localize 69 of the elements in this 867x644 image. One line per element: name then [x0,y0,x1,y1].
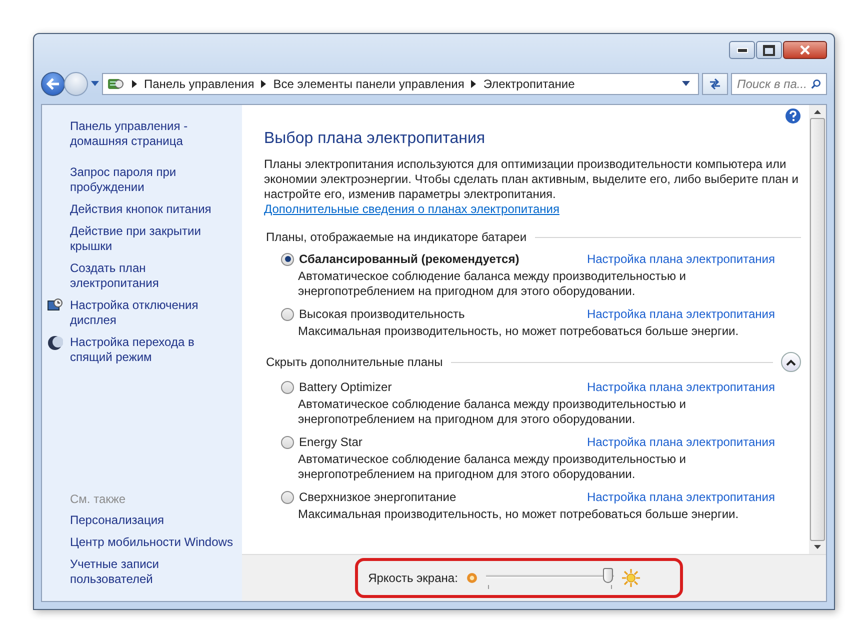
moon-icon [47,335,63,351]
breadcrumb-arrow-icon[interactable] [261,80,266,88]
brightness-slider[interactable] [486,567,614,589]
dropdown-icon[interactable] [91,81,99,86]
back-arrow-icon [46,78,60,90]
brightness-label: Яркость экрана: [368,571,458,585]
scroll-down-icon[interactable] [814,545,821,549]
see-also-link[interactable]: Центр мобильности Windows [70,535,242,550]
plan-name: Energy Star [299,435,364,449]
sidebar-link[interactable]: Создать план электропитания [70,261,228,291]
plan-description: Автоматическое соблюдение баланса между производительностью и энергопотреблением на пригодном для этого оборудовании. [297,269,688,299]
scrollbar[interactable] [809,105,826,554]
close-icon [799,45,811,55]
plan-description: Автоматическое соблюдение баланса между производительностью и энергопотреблением на пригодном для этого оборудовании. [297,452,688,482]
search-icon [811,78,821,90]
sidebar-link[interactable]: Действие при закрытии крышки [70,224,228,254]
plan-name: Сверхнизкое энергопитание [299,490,458,504]
radio-button[interactable] [281,436,294,448]
plan-description: Максимальная производительность, но может потребоваться больше энергии. [297,507,740,522]
dropdown-icon[interactable] [682,81,690,86]
minimize-button[interactable] [729,41,755,59]
sidebar-link[interactable]: Панель управления - домашняя страница [70,119,228,149]
intro-paragraph: Планы электропитания используются для оптимизации производительности компьютера или экономии электроэнергии. Чтобы сделать план активным, выделите его, либо выберите план и настройте его, изменив параметры электропитания. Дополнительные сведения о планах электропитания [264,157,800,217]
collapse-button[interactable] [781,352,801,372]
plan-settings-link[interactable]: Настройка плана электропитания [586,252,775,266]
search-field[interactable]: Поиск в па... [737,76,811,90]
breadcrumb[interactable]: Панель управления [144,76,254,90]
sidebar-link[interactable]: Настройка перехода в спящий режим [70,335,228,365]
radio-button[interactable] [281,308,294,320]
sidebar-link[interactable]: Действия кнопок питания [70,202,212,217]
breadcrumb-arrow-icon[interactable] [132,80,137,88]
radio-button[interactable] [281,490,294,504]
group-heading: Планы, отображаемые на индикаторе батареи [266,230,527,244]
see-also-heading: См. также [70,492,127,506]
page-title: Выбор плана электропитания [264,130,486,148]
plan-name: Сбалансированный (рекомендуется) [299,252,520,266]
address-bar[interactable]: Панель управления Все элементы панели управления Электропитание [102,72,699,94]
refresh-button[interactable] [702,72,728,94]
refresh-icon [708,78,722,90]
see-also-link[interactable]: Персонализация [70,513,242,528]
see-also-link[interactable]: Учетные записи пользователей [70,557,242,587]
plan-settings-link[interactable]: Настройка плана электропитания [586,380,775,394]
slider-thumb[interactable] [602,568,613,583]
plan-description: Максимальная производительность, но может потребоваться больше энергии. [297,324,740,339]
maximize-button[interactable] [756,41,782,59]
plan-name: Высокая производительность [299,307,466,321]
sidebar-link[interactable]: Настройка отключения дисплея [70,298,228,328]
scroll-thumb[interactable] [810,118,825,541]
bright-sun-icon [622,569,640,587]
search-box[interactable]: Поиск в па... [731,72,827,94]
plan-description: Автоматическое соблюдение баланса между производительностью и энергопотреблением на пригодном для этого оборудовании. [297,397,688,427]
dim-sun-icon [466,572,478,584]
chevron-up-icon [786,358,796,366]
sidebar-link[interactable]: Запрос пароля при пробуждении [70,165,228,195]
breadcrumb[interactable]: Все элементы панели управления [273,76,464,90]
more-info-link[interactable]: Дополнительные сведения о планах электропитания [264,202,560,216]
plan-settings-link[interactable]: Настройка плана электропитания [586,307,775,321]
plan-settings-link[interactable]: Настройка плана электропитания [586,435,775,449]
group-heading: Скрыть дополнительные планы [266,355,443,369]
plan-name: Battery Optimizer [299,380,393,394]
plan-settings-link[interactable]: Настройка плана электропитания [586,490,775,504]
radio-button[interactable] [281,252,294,266]
close-button[interactable] [783,41,827,59]
back-button[interactable] [41,72,65,96]
radio-button[interactable] [281,380,294,394]
breadcrumb-arrow-icon[interactable] [471,80,476,88]
scroll-up-icon[interactable] [814,110,821,114]
breadcrumb[interactable]: Электропитание [483,76,575,90]
help-icon[interactable] [785,108,801,124]
